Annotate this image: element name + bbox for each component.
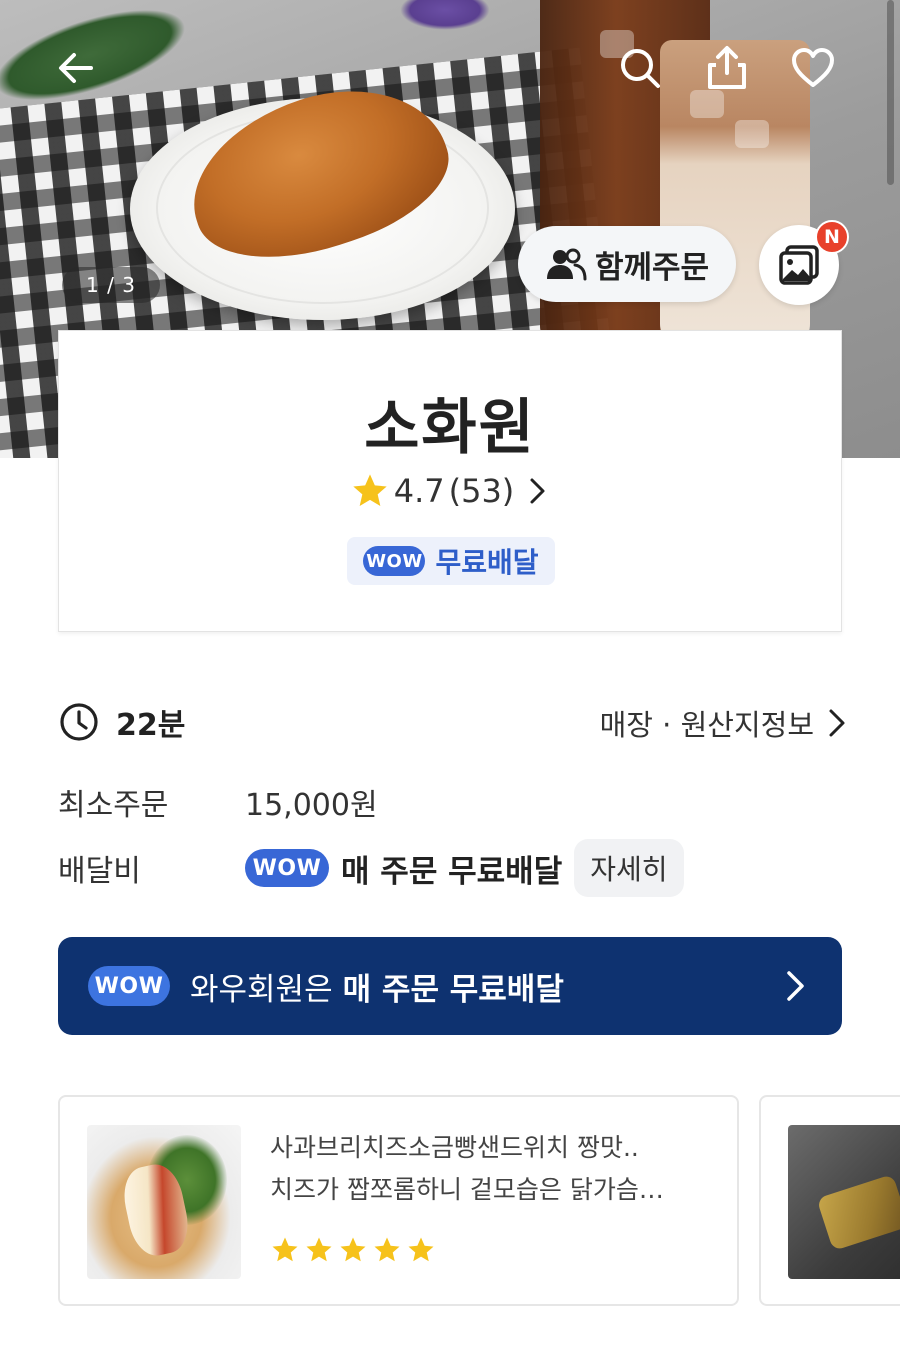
min-order-value: 15,000원 bbox=[245, 788, 378, 823]
chevron-right-icon bbox=[530, 478, 545, 504]
group-order-button[interactable]: 함께주문 bbox=[518, 226, 736, 302]
delivery-time-row: 22분 매장 · 원산지정보 bbox=[58, 700, 848, 744]
detail-button[interactable]: 자세히 bbox=[574, 839, 684, 897]
star-icon bbox=[374, 1237, 400, 1262]
wow-banner-bold-text: 매 주문 무료배달 bbox=[342, 971, 564, 1008]
wow-banner-text: 와우회원은 bbox=[190, 971, 333, 1008]
wow-badge: WOW bbox=[363, 546, 426, 576]
delivery-fee-row: 배달비 WOW 매 주문 무료배달 자세히 bbox=[58, 836, 684, 900]
review-line: 치즈가 짭쪼롬하니 겉모습은 닭가슴… bbox=[270, 1175, 664, 1204]
review-photo bbox=[788, 1125, 900, 1279]
search-icon[interactable] bbox=[612, 40, 668, 96]
group-order-label: 함께주문 bbox=[594, 249, 710, 286]
star-icon bbox=[340, 1237, 366, 1262]
min-order-label: 최소주문 bbox=[58, 788, 169, 823]
star-icon bbox=[353, 474, 387, 506]
wow-badge: WOW bbox=[88, 966, 170, 1006]
back-arrow-icon[interactable] bbox=[48, 40, 104, 96]
star-icon bbox=[408, 1237, 434, 1262]
delivery-fee-label: 배달비 bbox=[58, 854, 141, 889]
clock-icon bbox=[60, 703, 98, 741]
delivery-time: 22분 bbox=[116, 708, 186, 743]
rating-link[interactable]: 4.7 (53) bbox=[59, 471, 841, 511]
review-card[interactable] bbox=[759, 1095, 900, 1306]
review-photo bbox=[87, 1125, 241, 1279]
food-photo bbox=[816, 1173, 900, 1252]
ice-cube bbox=[735, 120, 769, 148]
review-card[interactable]: 사과브리치즈소금빵샌드위치 짱맛.. 치즈가 짭쪼롬하니 겉모습은 닭가슴… bbox=[58, 1095, 739, 1306]
review-count: (53) bbox=[448, 472, 515, 510]
people-icon bbox=[546, 248, 587, 281]
scrollbar[interactable] bbox=[887, 0, 894, 185]
image-counter: 1 / 3 bbox=[62, 267, 160, 303]
photo-review-icon bbox=[779, 245, 819, 285]
wow-free-delivery-tag: WOW 무료배달 bbox=[347, 537, 555, 585]
origin-info-label: 매장 · 원산지정보 bbox=[599, 708, 814, 742]
wow-badge: WOW bbox=[245, 849, 329, 887]
store-info-card: 소화원 4.7 (53) WOW 무료배달 bbox=[58, 330, 842, 632]
review-text: 사과브리치즈소금빵샌드위치 짱맛.. 치즈가 짭쪼롬하니 겉모습은 닭가슴… bbox=[270, 1127, 710, 1211]
chevron-right-icon bbox=[787, 971, 804, 1001]
delivery-fee-value: 매 주문 무료배달 bbox=[341, 853, 563, 890]
new-badge: N bbox=[815, 220, 849, 254]
heart-icon[interactable] bbox=[785, 40, 841, 96]
store-name: 소화원 bbox=[364, 393, 536, 463]
wow-membership-banner[interactable]: WOW 와우회원은 매 주문 무료배달 bbox=[58, 937, 842, 1035]
review-stars bbox=[270, 1235, 436, 1265]
star-icon bbox=[272, 1237, 298, 1262]
star-icon bbox=[306, 1237, 332, 1262]
review-line: 사과브리치즈소금빵샌드위치 짱맛.. bbox=[270, 1133, 639, 1162]
share-icon[interactable] bbox=[699, 40, 755, 96]
chevron-right-icon bbox=[829, 709, 845, 737]
origin-info-link[interactable]: 매장 · 원산지정보 bbox=[600, 702, 848, 744]
free-delivery-label: 무료배달 bbox=[435, 546, 539, 579]
lavender-decoration bbox=[400, 0, 490, 30]
rating-value: 4.7 bbox=[393, 472, 445, 510]
min-order-row: 최소주문 15,000원 bbox=[58, 780, 378, 824]
